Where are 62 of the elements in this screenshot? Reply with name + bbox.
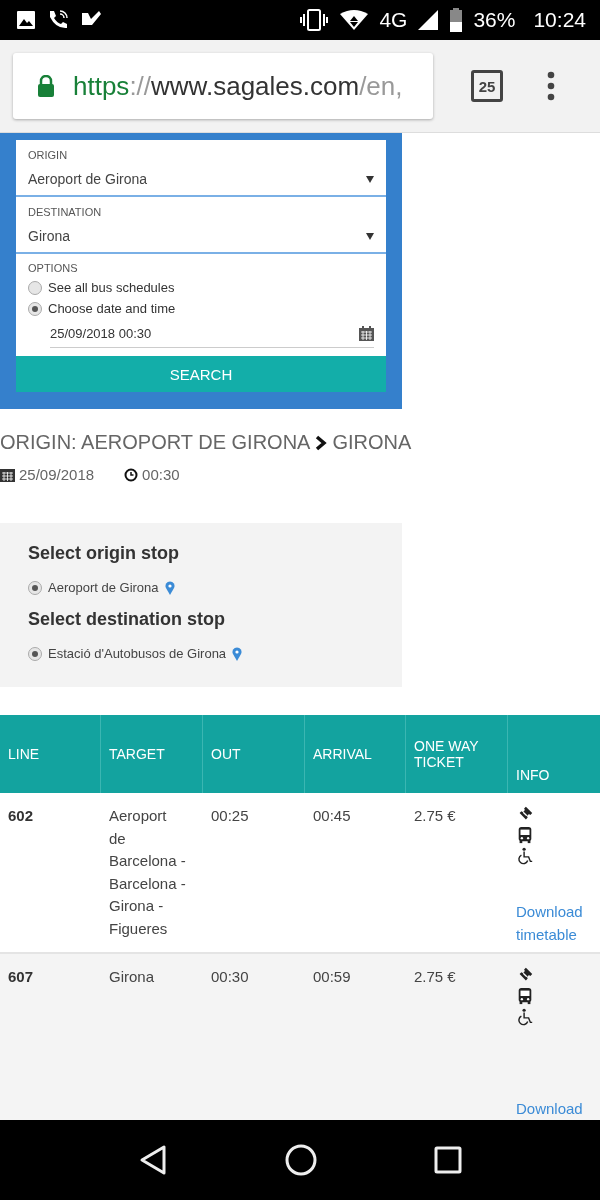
table-cell-text: 2.75 € [413,967,457,987]
travel-time: 00:30 [142,466,180,483]
dropdown-caret-icon [366,232,374,240]
table-cell-text: 2.75 € [413,806,457,826]
signal-icon [417,9,440,31]
table-cell-text: 00:45 [312,806,352,826]
stop-name: Aeroport de Girona [48,580,159,595]
wifi-icon [339,9,370,31]
column-header: OUT [203,715,305,793]
wheelchair-icon [516,1008,534,1026]
table-cell-text: 00:30 [210,967,250,987]
network-type: 4G [379,8,408,32]
column-header: LINE [0,715,101,793]
line-number: 602 [7,806,35,826]
lock-icon [37,75,55,97]
radio-label: Choose date and time [48,301,176,316]
radio-button[interactable] [28,301,42,316]
back-icon[interactable] [138,1144,169,1176]
stop-name: Estació d'Autobusos de Girona [48,646,227,661]
column-header: ONE WAY TICKET [406,715,508,793]
date-time-field[interactable]: 25/09/2018 00:30 [50,322,374,348]
column-header: INFO [515,766,551,785]
table-cell-text: 00:25 [210,806,250,826]
travel-date: 25/09/2018 [19,466,95,483]
calendar-icon [359,326,374,341]
chevron-right-icon [315,434,328,451]
dropdown-caret-icon [366,175,374,183]
options-label: OPTIONS [28,262,79,274]
section-title: Select destination stop [28,609,227,630]
home-icon[interactable] [285,1144,317,1176]
bus-icon [516,826,534,844]
table-cell-text: Girona [108,967,156,987]
clock: 10:24 [533,8,586,32]
line-number: 607 [7,967,35,987]
radio-button[interactable] [28,646,42,661]
battery-percent: 36% [473,8,516,32]
select-field[interactable]: DESTINATION Girona [16,197,386,254]
column-header: TARGET [101,715,203,793]
wheelchair-icon [516,847,534,865]
route-origin: ORIGIN: AEROPORT DE GIRONA [0,431,311,454]
recents-icon[interactable] [433,1146,462,1174]
vibrate-icon [299,9,330,31]
table-cell-text: 00:59 [312,967,352,987]
radio-button[interactable] [28,280,42,295]
table-cell-text: Aeroport de Barcelona - Barcelona - Girona - Figueres [108,806,187,939]
menu-icon[interactable] [547,71,555,101]
section-title: Select origin stop [28,543,181,564]
clock-icon [124,467,139,482]
radio-label: See all bus schedules [48,280,175,295]
select-field[interactable]: ORIGIN Aeroport de Girona [16,140,386,197]
bus-icon [516,987,534,1005]
column-header: ARRIVAL [305,715,406,793]
battery-icon [449,8,464,32]
address-bar[interactable]: https://www.sagales.com/en, [13,53,433,119]
url-text: https://www.sagales.com/en, [73,70,403,102]
tab-count-button[interactable]: 25 [471,70,503,102]
map-pin-icon[interactable] [164,580,175,595]
radio-button[interactable] [28,580,42,595]
route-destination: GIRONA [332,431,412,454]
download-link[interactable]: Download timetable [516,901,592,946]
map-pin-icon[interactable] [232,646,243,661]
image-icon [16,10,36,30]
